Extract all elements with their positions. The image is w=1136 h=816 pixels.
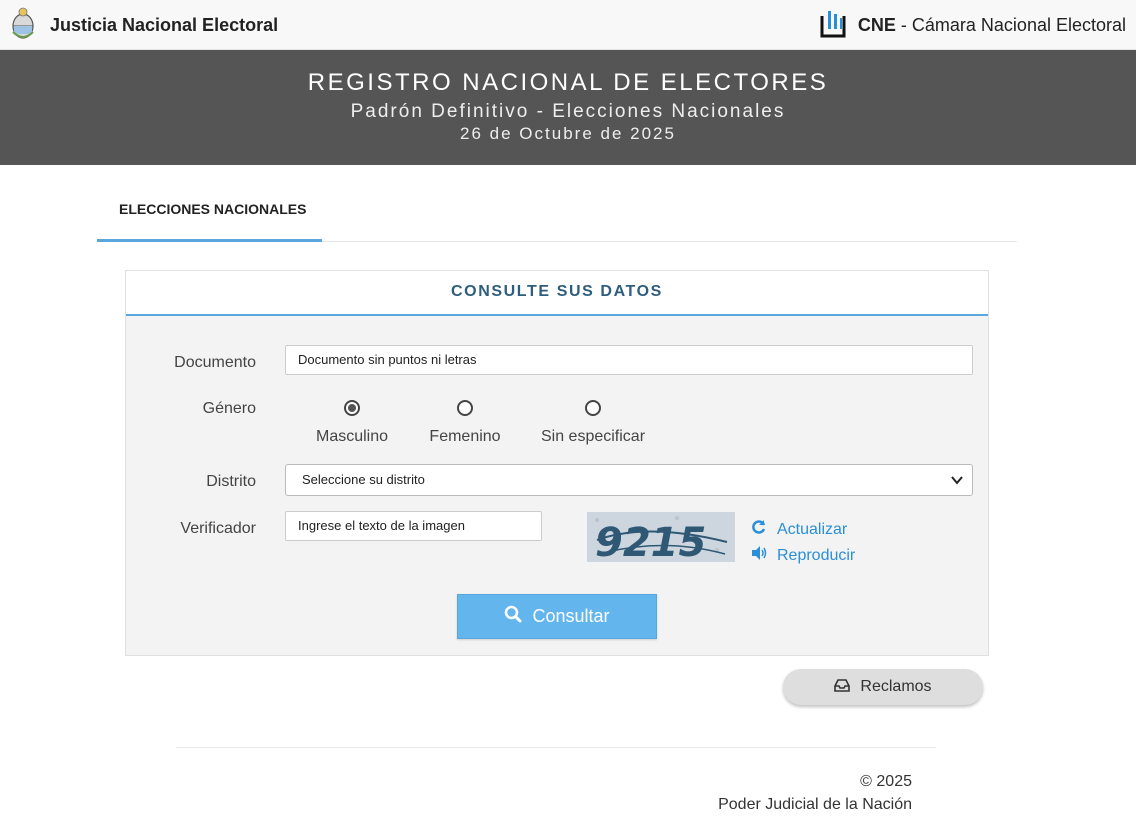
top-bar: Justicia Nacional Electoral CNE - Cámara… (0, 0, 1136, 50)
reclamos-button[interactable]: Reclamos (783, 669, 983, 705)
verificador-input[interactable]: Ingrese el texto de la imagen (285, 511, 542, 541)
captcha-text: 9215 (595, 520, 706, 562)
consultar-button[interactable]: Consultar (457, 594, 657, 639)
footer-org: Poder Judicial de la Nación (718, 796, 912, 813)
chevron-down-icon (950, 473, 964, 487)
captcha-image: 9215 (587, 512, 735, 562)
reproducir-link[interactable]: Reproducir (751, 545, 855, 566)
consult-panel: CONSULTE SUS DATOS Documento Documento s… (125, 270, 989, 656)
panel-title: CONSULTE SUS DATOS (451, 283, 663, 300)
radio-masculino-circle[interactable] (344, 400, 360, 416)
footer-divider (176, 747, 936, 748)
radio-sin-especificar[interactable]: Sin especificar (533, 400, 653, 446)
documento-label: Documento (174, 354, 256, 371)
cne-abbr: CNE (857, 15, 896, 35)
tab-bar: ELECCIONES NACIONALES (97, 185, 1017, 242)
actualizar-link[interactable]: Actualizar (751, 519, 855, 540)
speaker-icon (751, 545, 767, 566)
radio-sin-especificar-label: Sin especificar (540, 428, 646, 445)
header-banner: REGISTRO NACIONAL DE ELECTORES Padrón De… (0, 50, 1136, 165)
banner-title: REGISTRO NACIONAL DE ELECTORES (307, 69, 829, 96)
radio-sin-especificar-circle[interactable] (585, 400, 601, 416)
banner-date: 26 de Octubre de 2025 (460, 124, 676, 143)
radio-femenino[interactable]: Femenino (425, 400, 505, 446)
brand-title: Justicia Nacional Electoral (50, 15, 279, 35)
banner-subtitle: Padrón Definitivo - Elecciones Nacionale… (350, 101, 786, 122)
actualizar-label: Actualizar (777, 520, 848, 538)
distrito-label: Distrito (206, 473, 256, 490)
cne-name: - Cámara Nacional Electoral (895, 15, 1126, 35)
distrito-select[interactable]: Seleccione su distrito (285, 464, 973, 496)
cne-link[interactable]: CNE - Cámara Nacional Electoral (820, 8, 1126, 43)
cne-title: CNE - Cámara Nacional Electoral (858, 15, 1126, 36)
documento-input[interactable]: Documento sin puntos ni letras (285, 345, 973, 375)
genero-label: Género (202, 400, 256, 417)
panel-header: CONSULTE SUS DATOS (126, 271, 988, 316)
captcha-links: Actualizar Reproducir (751, 519, 855, 571)
inbox-icon (834, 678, 851, 697)
reproducir-label: Reproducir (777, 546, 856, 564)
cne-logo-icon (820, 8, 846, 43)
footer-copyright: © 2025 (860, 773, 912, 790)
consultar-label: Consultar (532, 606, 610, 626)
radio-femenino-circle[interactable] (457, 400, 473, 416)
reclamos-label: Reclamos (860, 678, 932, 695)
radio-femenino-label: Femenino (429, 428, 501, 445)
radio-masculino-label: Masculino (315, 428, 389, 445)
distrito-selected: Seleccione su distrito (302, 472, 425, 487)
coat-of-arms-icon (10, 6, 36, 45)
footer: © 2025 Poder Judicial de la Nación (718, 770, 912, 816)
radio-masculino[interactable]: Masculino (312, 400, 392, 446)
tab-elecciones-nacionales[interactable]: ELECCIONES NACIONALES (97, 185, 322, 242)
search-icon (504, 605, 522, 628)
brand-left[interactable]: Justicia Nacional Electoral (10, 6, 278, 45)
verificador-label: Verificador (180, 520, 256, 537)
refresh-icon (751, 519, 767, 540)
